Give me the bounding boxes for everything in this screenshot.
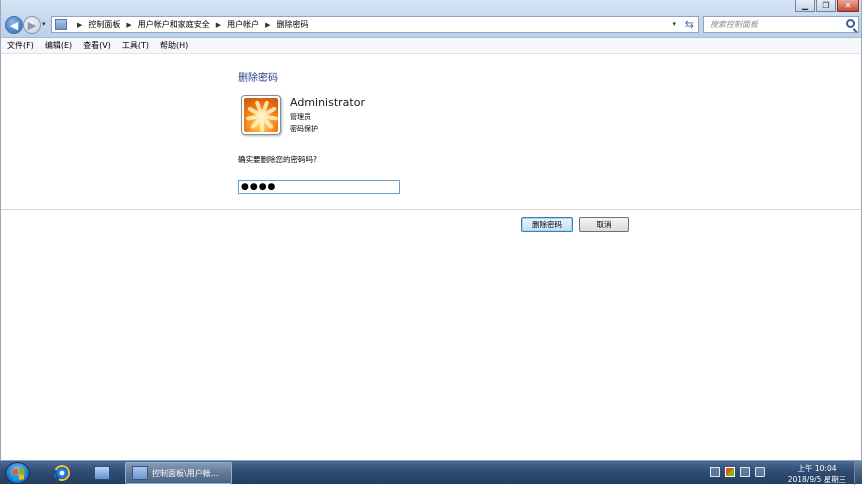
content-divider [1, 209, 861, 210]
network-icon[interactable] [740, 467, 750, 477]
clock-date: 2018/9/5 星期三 [787, 475, 847, 484]
restore-button[interactable]: ❐ [816, 0, 836, 12]
clock[interactable]: 上午 10:04 2018/9/5 星期三 [784, 463, 850, 485]
computer-icon[interactable] [84, 463, 120, 483]
recent-pages-chevron-icon[interactable]: ▾ [42, 20, 46, 28]
keyboard-icon[interactable] [710, 467, 720, 477]
breadcrumb-separator-icon[interactable]: ▶ [265, 21, 270, 29]
remove-password-button[interactable]: 删除密码 [521, 217, 573, 232]
breadcrumb-separator-icon[interactable]: ▶ [77, 21, 82, 29]
window-controls: ▁ ❐ ✕ [794, 0, 859, 12]
menu-file[interactable]: 文件(F) [7, 40, 34, 51]
search-icon[interactable] [846, 19, 855, 28]
forward-arrow-icon[interactable]: ▶ [23, 16, 41, 34]
clock-time: 上午 10:04 [797, 464, 837, 473]
close-button[interactable]: ✕ [837, 0, 859, 12]
windows-logo-icon [13, 468, 24, 481]
user-name: Administrator [290, 96, 365, 109]
control-panel-icon [132, 466, 148, 480]
breadcrumb-control-panel[interactable]: 控制面板 [88, 19, 120, 30]
user-avatar [241, 95, 281, 135]
control-panel-window: ▁ ❐ ✕ ◀ ▶ ▾ ▶ 控制面板 ▶ 用户帐户和家庭安全 ▶ 用户帐户 ▶ … [0, 0, 862, 460]
menu-view[interactable]: 查看(V) [83, 40, 111, 51]
start-button[interactable] [5, 462, 30, 484]
page-title: 删除密码 [238, 73, 278, 84]
cancel-button[interactable]: 取消 [579, 217, 629, 232]
volume-icon[interactable] [755, 467, 765, 477]
taskbar: 控制面板\用户帐... 上午 10:04 2018/9/5 星期三 [0, 460, 862, 485]
breadcrumb-separator-icon[interactable]: ▶ [126, 21, 131, 29]
user-password-status: 密码保护 [290, 125, 318, 133]
user-account-type: 管理员 [290, 113, 311, 121]
control-panel-icon [55, 19, 67, 30]
address-dropdown-chevron-icon[interactable]: ▾ [672, 20, 676, 28]
menu-edit[interactable]: 编辑(E) [45, 40, 72, 51]
navigation-bar: ◀ ▶ ▾ ▶ 控制面板 ▶ 用户帐户和家庭安全 ▶ 用户帐户 ▶ 删除密码 ▾… [3, 15, 859, 35]
system-tray [710, 467, 765, 477]
main-content: 删除密码 Administrator 管理员 密码保护 确实要删除您的密码吗? … [1, 55, 861, 460]
minimize-button[interactable]: ▁ [795, 0, 815, 12]
internet-explorer-icon[interactable] [44, 462, 80, 484]
back-arrow-icon[interactable]: ◀ [5, 16, 23, 34]
breadcrumb-user-accounts-family-safety[interactable]: 用户帐户和家庭安全 [138, 19, 210, 30]
menu-tools[interactable]: 工具(T) [122, 40, 149, 51]
breadcrumb-remove-password[interactable]: 删除密码 [277, 19, 309, 30]
menu-help[interactable]: 帮助(H) [160, 40, 188, 51]
taskbar-active-window[interactable]: 控制面板\用户帐... [125, 462, 232, 484]
refresh-icon[interactable]: ⇆ [685, 18, 694, 31]
menu-bar: 文件(F) 编辑(E) 查看(V) 工具(T) 帮助(H) [1, 38, 861, 54]
taskbar-window-label: 控制面板\用户帐... [152, 468, 219, 478]
show-desktop-button[interactable] [854, 461, 862, 485]
flower-picture-icon [244, 98, 278, 132]
address-bar[interactable]: ▶ 控制面板 ▶ 用户帐户和家庭安全 ▶ 用户帐户 ▶ 删除密码 ▾ ⇆ [51, 16, 699, 33]
confirm-question: 确实要删除您的密码吗? [238, 155, 317, 164]
breadcrumb-user-accounts[interactable]: 用户帐户 [227, 19, 259, 30]
breadcrumb-separator-icon[interactable]: ▶ [216, 21, 221, 29]
search-input[interactable]: 搜索控制面板 [703, 16, 859, 33]
window-caption: ▁ ❐ ✕ ◀ ▶ ▾ ▶ 控制面板 ▶ 用户帐户和家庭安全 ▶ 用户帐户 ▶ … [1, 0, 861, 38]
current-password-field[interactable]: ●●●● [238, 180, 400, 194]
search-placeholder: 搜索控制面板 [710, 20, 758, 29]
action-center-flag-icon[interactable] [725, 467, 735, 477]
